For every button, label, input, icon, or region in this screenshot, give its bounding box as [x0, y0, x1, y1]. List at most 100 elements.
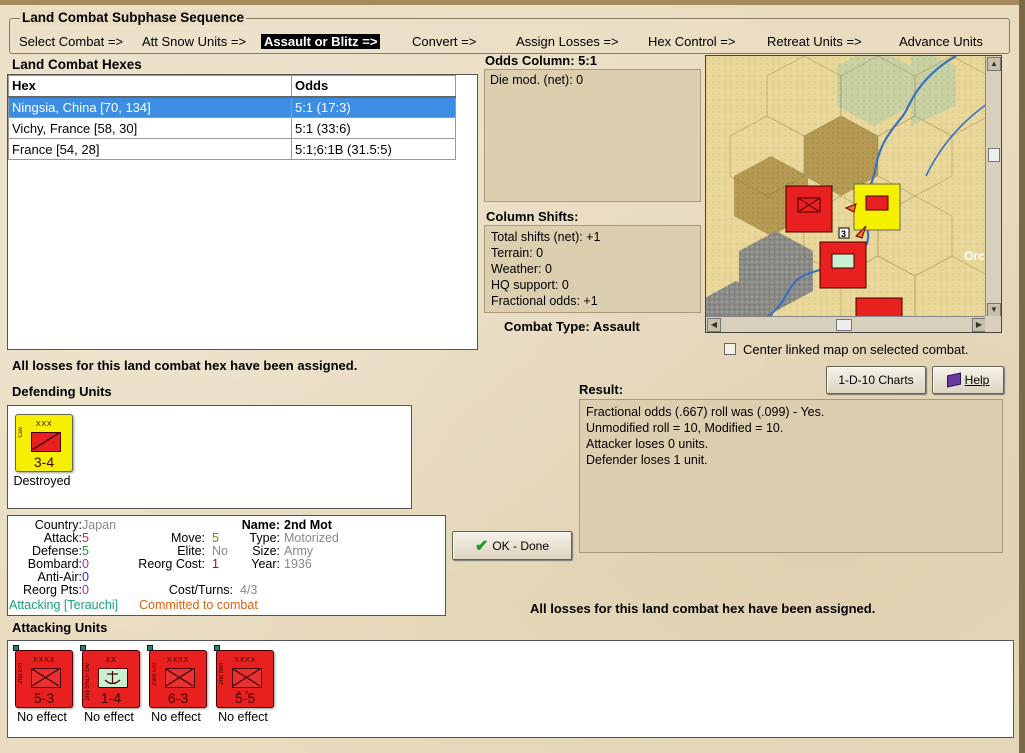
status-pip-icon: [147, 645, 153, 651]
attacking-unit-counter-1[interactable]: XXXX 2nd Ent 5-3: [13, 645, 73, 708]
attacking-unit-counter-3[interactable]: XXXX 23rd Ent 6-3: [147, 645, 207, 708]
defending-title: Defending Units: [12, 384, 112, 399]
shift-hq-support: HQ support: 0: [491, 278, 569, 292]
result-line-defender: Defender loses 1 unit.: [586, 453, 708, 467]
unit-name: 2nd Mot: [219, 663, 225, 685]
help-button[interactable]: Help: [932, 366, 1004, 394]
country-label: Country:: [34, 518, 82, 532]
antiair-label: Anti-Air:: [37, 570, 82, 584]
attacking-status: Attacking [Terauchi]: [9, 598, 119, 612]
year-label: Year:: [251, 557, 280, 571]
scroll-left-arrow-icon[interactable]: ◀: [707, 318, 721, 332]
linked-map[interactable]: Orc 3 ▲ ▼ ◀ ▶: [705, 55, 1002, 333]
attacking-title: Attacking Units: [12, 620, 108, 635]
checkmark-icon: ✔: [474, 537, 489, 555]
table-row[interactable]: Vichy, France [58, 30] 5:1 (33:6): [8, 117, 456, 139]
size-value: Army: [284, 544, 314, 558]
combat-type: Combat Type: Assault: [504, 319, 640, 334]
unit-size: XXXX: [166, 655, 189, 664]
map-place-name: Orc: [964, 249, 985, 263]
scroll-down-arrow-icon[interactable]: ▼: [987, 303, 1001, 317]
map-counter-stack-count: 3: [838, 227, 850, 239]
shift-weather: Weather: 0: [491, 262, 552, 276]
move-label: Move:: [170, 531, 205, 545]
step-select-combat: Select Combat =>: [19, 34, 124, 49]
defending-unit-counter[interactable]: XXX Cav 3-4: [15, 414, 73, 472]
table-row[interactable]: France [54, 28] 5:1;6:1B (31.5:5): [8, 138, 456, 160]
hex-loss-message: All losses for this land combat hex have…: [12, 358, 358, 373]
infantry-symbol-icon: [31, 668, 61, 688]
cavalry-symbol-icon: [31, 432, 61, 452]
book-icon: [946, 372, 961, 388]
column-header-hex[interactable]: Hex: [8, 75, 292, 98]
attacking-unit-status: No effect: [84, 710, 134, 724]
map-vertical-scrollbar[interactable]: ▲ ▼: [985, 56, 1001, 318]
table-row[interactable]: Ningsia, China [70, 134] 5:1 (17:3): [8, 96, 456, 118]
step-hex-control: Hex Control =>: [648, 34, 736, 49]
status-pip-icon: [214, 645, 220, 651]
committed-status: Committed to combat: [139, 598, 258, 612]
cost-turns-label: Cost/Turns:: [168, 583, 233, 597]
column-shifts-panel: Total shifts (net): +1 Terrain: 0 Weathe…: [484, 225, 701, 313]
unit-size: XX: [105, 655, 117, 664]
center-map-checkbox[interactable]: [724, 343, 736, 355]
unit-strength: 5-5: [234, 690, 256, 706]
defense-label: Defense:: [31, 544, 82, 558]
ok-done-button-label: OK - Done: [492, 538, 550, 553]
scroll-up-arrow-icon[interactable]: ▲: [987, 57, 1001, 71]
svg-text:3: 3: [841, 229, 846, 239]
step-att-snow-units: Att Snow Units =>: [142, 34, 247, 49]
marine-anchor-icon: [98, 668, 128, 688]
infantry-symbol-icon: [165, 668, 195, 688]
hex-cell: Vichy, France [58, 30]: [8, 117, 292, 139]
hexes-table-panel: Hex Odds Ningsia, China [70, 134] 5:1 (1…: [7, 74, 478, 350]
unit-size: XXXX: [233, 655, 256, 664]
column-header-odds[interactable]: Odds: [291, 75, 456, 98]
map-counter-defender[interactable]: [853, 183, 901, 231]
reorg-pts-label: Reorg Pts:: [22, 583, 82, 597]
odds-cell: 5:1 (17:3): [291, 96, 456, 118]
odds-panel: Die mod. (net): 0: [484, 69, 701, 202]
map-horizontal-scrollbar[interactable]: ◀ ▶: [706, 316, 987, 332]
attacking-unit-status: No effect: [218, 710, 268, 724]
odds-cell: 5:1 (33:6): [291, 117, 456, 139]
step-advance-units: Advance Units: [899, 34, 983, 49]
name-value: 2nd Mot: [284, 518, 332, 532]
name-label: Name:: [241, 518, 280, 532]
scroll-thumb-h[interactable]: [836, 319, 852, 331]
reorg-cost-value: 1: [212, 557, 219, 571]
status-pip-icon: [13, 645, 19, 651]
combat-type-value: Assault: [592, 319, 640, 334]
unit-info-panel: Country: Japan Attack: 5 Defense: 5 Bomb…: [7, 515, 446, 616]
defense-value: 5: [82, 544, 89, 558]
unit-name: 2nd Ent: [18, 663, 24, 684]
map-counter-attacker-1[interactable]: [785, 185, 833, 233]
unit-strength: 1-4: [100, 690, 122, 706]
defending-unit-status: Destroyed: [13, 474, 71, 488]
step-assault-or-blitz: Assault or Blitz =>: [261, 34, 381, 49]
map-counter-attacker-3[interactable]: [855, 297, 903, 332]
charts-button-label: 1-D-10 Charts: [838, 373, 914, 387]
ok-done-button[interactable]: ✔ OK - Done: [452, 531, 572, 560]
map-counter-attacker-2[interactable]: [819, 241, 867, 289]
cost-turns-value: 4/3: [240, 583, 258, 597]
hex-cell: France [54, 28]: [8, 138, 292, 160]
scroll-thumb-v[interactable]: [988, 148, 1000, 162]
type-label: Type:: [249, 531, 280, 545]
step-convert: Convert =>: [412, 34, 477, 49]
result-panel: Fractional odds (.667) roll was (.099) -…: [579, 399, 1003, 553]
attacking-unit-counter-2[interactable]: XX 2nd SNLF Div 1-4: [80, 645, 140, 708]
move-value: 5: [212, 531, 219, 545]
status-pip-icon: [80, 645, 86, 651]
center-map-checkbox-label: Center linked map on selected combat.: [743, 342, 969, 357]
charts-button[interactable]: 1-D-10 Charts: [826, 366, 926, 394]
scroll-right-arrow-icon[interactable]: ▶: [972, 318, 986, 332]
shift-fractional-odds: Fractional odds: +1: [491, 294, 598, 308]
attacking-unit-counter-4[interactable]: XXXX 2nd Mot ⚬ ⚬ 5-5: [214, 645, 274, 708]
attack-label: Attack:: [43, 531, 82, 545]
unit-size: XXX: [35, 419, 53, 428]
hexes-header-row: Hex Odds: [8, 75, 456, 98]
shift-terrain: Terrain: 0: [491, 246, 544, 260]
die-mod-text: Die mod. (net): 0: [490, 73, 584, 87]
reorg-cost-label: Reorg Cost:: [138, 557, 205, 571]
